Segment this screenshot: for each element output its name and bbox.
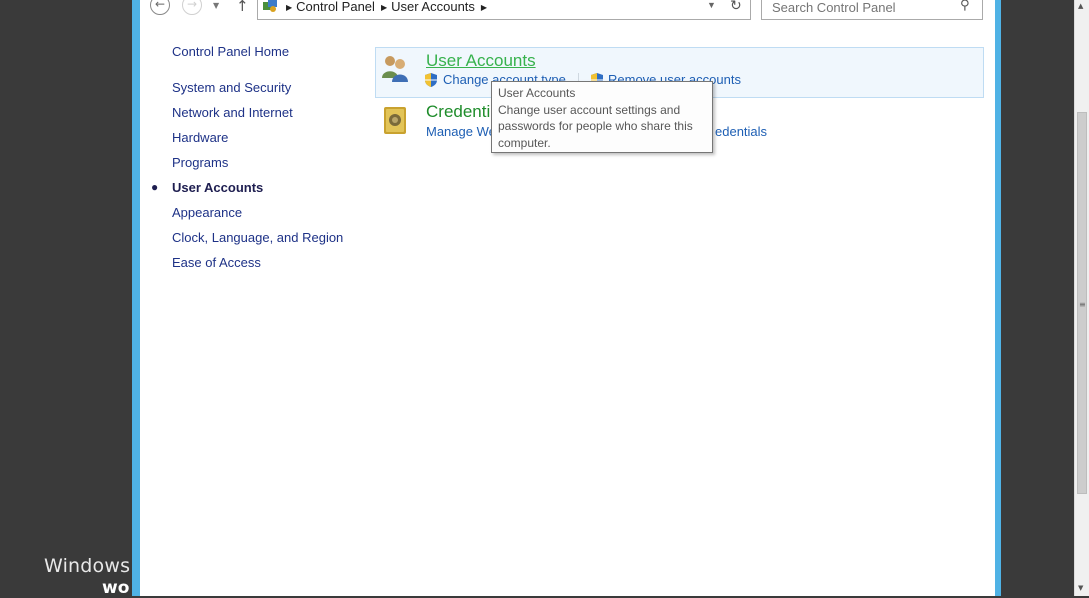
users-icon[interactable]	[379, 52, 411, 84]
credential-manager-category-link[interactable]: Credenti	[426, 102, 490, 122]
search-icon[interactable]: ⚲	[960, 0, 970, 13]
sidebar-item-network-and-internet[interactable]: Network and Internet	[172, 105, 293, 120]
back-arrow-icon[interactable]: ←	[150, 0, 170, 15]
credential-vault-icon[interactable]	[380, 104, 412, 136]
forward-arrow-icon[interactable]: →	[182, 0, 202, 15]
sidebar-item-user-accounts[interactable]: User Accounts	[172, 180, 263, 195]
tooltip-body-line: Change user account settings and	[498, 102, 681, 117]
address-dropdown-icon[interactable]: ▼	[707, 0, 716, 10]
current-item-bullet-icon: ●	[151, 180, 159, 194]
sidebar-item-programs[interactable]: Programs	[172, 155, 228, 170]
scroll-down-arrow-icon[interactable]: ▼	[1078, 584, 1083, 592]
scroll-up-arrow-icon[interactable]: ▲	[1078, 2, 1083, 10]
uac-shield-icon	[425, 73, 437, 87]
desktop-watermark-text-2: wo	[102, 578, 130, 598]
scrollbar-grip-icon: ≡	[1079, 300, 1086, 309]
sidebar-item-control-panel-home[interactable]: Control Panel Home	[172, 44, 289, 59]
tooltip-body-line: passwords for people who share this	[498, 119, 693, 133]
host-scrollbar[interactable]: ▲ ≡ ▼	[1074, 0, 1089, 596]
navigation-bar: ← → ▼ ↑ ▶ Control Panel ▶ User Accounts ▶ ▼ …	[140, 0, 995, 24]
desktop-watermark-text: Windows	[44, 555, 131, 577]
breadcrumb-separator-icon: ▶	[286, 3, 293, 12]
chevron-down-icon[interactable]: ▼	[213, 1, 219, 10]
breadcrumb-user-accounts[interactable]: User Accounts	[391, 0, 475, 14]
control-panel-window: ← → ▼ ↑ ▶ Control Panel ▶ User Accounts ▶ ▼ …	[140, 0, 995, 596]
tooltip-title: User Accounts	[498, 86, 576, 100]
breadcrumb-control-panel[interactable]: Control Panel	[296, 0, 375, 14]
user-accounts-tooltip: User Accounts Change user account settin…	[491, 81, 713, 153]
breadcrumb-separator-icon[interactable]: ▶	[481, 3, 487, 12]
breadcrumb: ▶ Control Panel ▶ User Accounts ▶	[284, 0, 491, 14]
sidebar-item-appearance[interactable]: Appearance	[172, 205, 242, 220]
address-bar[interactable]: ▶ Control Panel ▶ User Accounts ▶ ▼ ↻	[257, 0, 751, 20]
breadcrumb-separator-icon[interactable]: ▶	[381, 3, 387, 12]
sidebar-item-ease-of-access[interactable]: Ease of Access	[172, 255, 261, 270]
manage-web-credentials-link[interactable]: Manage We	[426, 124, 496, 139]
user-accounts-category-link[interactable]: User Accounts	[426, 51, 536, 71]
search-box[interactable]: ⚲	[761, 0, 983, 20]
up-arrow-icon[interactable]: ↑	[236, 0, 249, 15]
refresh-icon[interactable]: ↻	[730, 0, 742, 14]
sidebar-item-system-and-security[interactable]: System and Security	[172, 80, 291, 95]
search-input[interactable]	[770, 0, 954, 16]
sidebar-item-clock-language-region[interactable]: Clock, Language, and Region	[172, 230, 343, 245]
tooltip-body-line: computer.	[498, 135, 551, 150]
control-panel-icon	[263, 0, 277, 12]
manage-windows-credentials-link[interactable]: edentials	[715, 124, 767, 139]
sidebar-item-hardware[interactable]: Hardware	[172, 130, 228, 145]
